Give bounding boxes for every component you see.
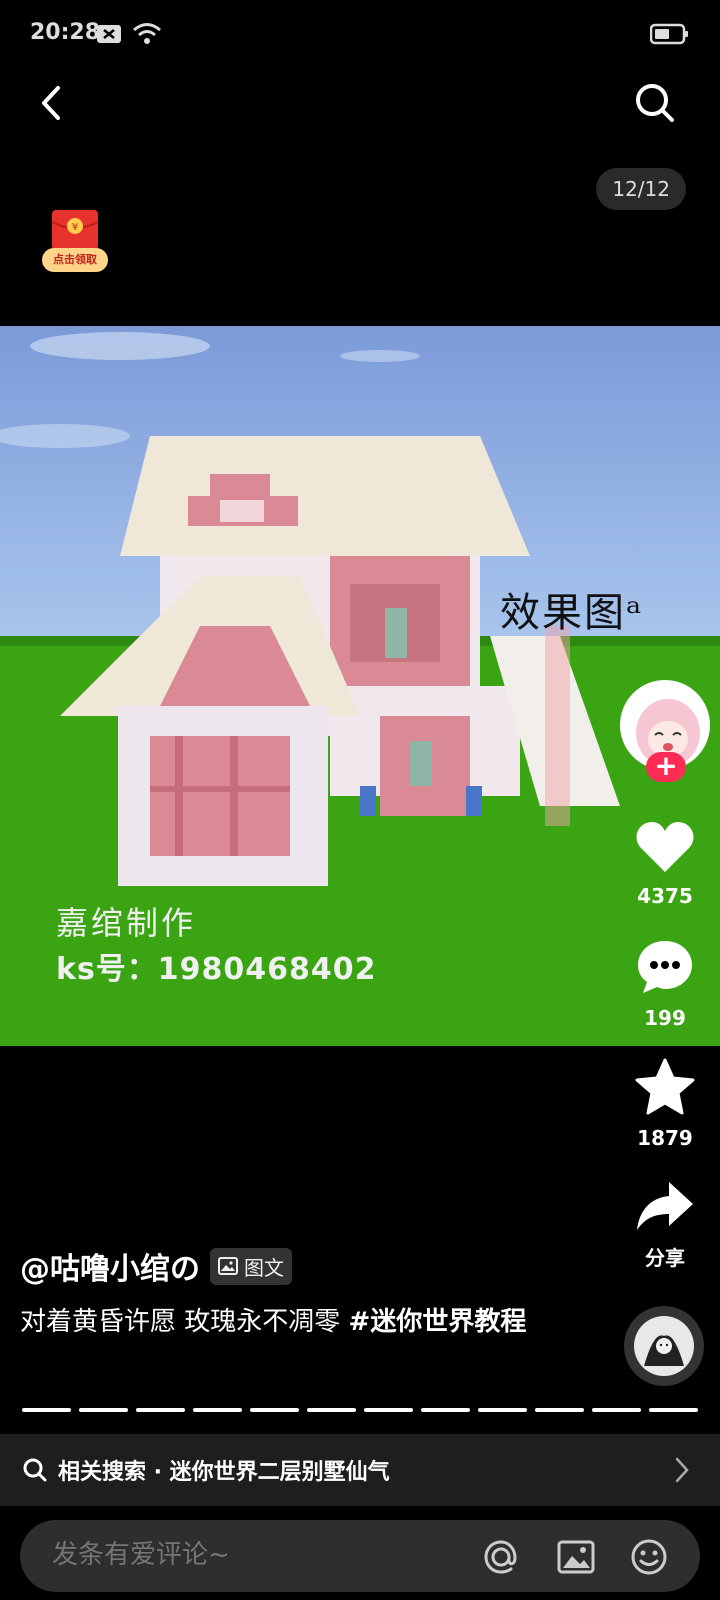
like-count: 4375 <box>637 884 693 908</box>
notification-icon <box>97 25 121 43</box>
favorite-count: 1879 <box>637 1126 693 1150</box>
comment-bar <box>20 1520 700 1592</box>
music-disc-image <box>634 1316 694 1376</box>
progress-segment <box>535 1408 584 1412</box>
related-search-label: 相关搜索 · 迷你世界二层别墅仙气 <box>58 1460 390 1485</box>
comment-icon <box>638 941 692 993</box>
progress-segment <box>307 1408 356 1412</box>
red-packet-button[interactable]: ¥ 点击领取 <box>42 208 108 272</box>
comment-input[interactable] <box>52 1540 432 1570</box>
emoji-icon[interactable] <box>628 1536 670 1578</box>
battery-icon <box>650 23 688 45</box>
chevron-right-icon <box>675 1457 689 1483</box>
related-search[interactable]: 相关搜索 · 迷你世界二层别墅仙气 <box>0 1434 720 1506</box>
heart-icon <box>636 822 694 872</box>
progress-segment <box>22 1408 71 1412</box>
search-icon <box>23 1458 47 1482</box>
favorite-action[interactable]: 1879 <box>610 1058 720 1150</box>
status-time: 20:28 <box>30 20 101 45</box>
progress-segment <box>592 1408 641 1412</box>
type-badge-label: 图文 <box>244 1255 284 1280</box>
image-icon[interactable] <box>555 1536 597 1578</box>
watermark-line2: ks号：1980468402 <box>56 952 377 987</box>
red-packet-label: 点击领取 <box>42 248 108 272</box>
watermark-line1: 嘉绾制作 <box>56 904 197 942</box>
image-type-icon <box>218 1257 238 1275</box>
progress-segment <box>193 1408 242 1412</box>
caption-hashtag[interactable]: #迷你世界教程 <box>349 1307 527 1337</box>
caption: 对着黄昏许愿 玫瑰永不凋零 #迷你世界教程 <box>20 1300 560 1344</box>
search-icon[interactable] <box>630 78 680 128</box>
progress-segment <box>364 1408 413 1412</box>
progress-bar <box>22 1408 698 1412</box>
progress-segment <box>421 1408 470 1412</box>
caption-text: 对着黄昏许愿 玫瑰永不凋零 <box>20 1307 349 1337</box>
wifi-icon <box>133 23 161 44</box>
top-nav <box>0 70 720 150</box>
at-icon[interactable] <box>480 1536 522 1578</box>
author-name[interactable]: @咕噜小绾の <box>20 1244 200 1288</box>
comment-action[interactable]: 199 <box>610 938 720 1030</box>
progress-segment <box>478 1408 527 1412</box>
effect-label: 效果图ᵃ <box>500 590 644 636</box>
share-action[interactable]: 分享 <box>610 1180 720 1271</box>
type-badge: 图文 <box>210 1247 292 1285</box>
status-bar: 20:28 <box>0 0 720 70</box>
progress-segment <box>136 1408 185 1412</box>
share-label: 分享 <box>645 1246 685 1270</box>
follow-button[interactable]: + <box>646 752 686 782</box>
like-action[interactable]: 4375 <box>610 820 720 908</box>
author-row: @咕噜小绾の 图文 <box>20 1244 292 1288</box>
progress-segment <box>79 1408 128 1412</box>
svg-text:¥: ¥ <box>72 222 78 233</box>
progress-segment <box>649 1408 698 1412</box>
music-disc[interactable] <box>624 1306 704 1386</box>
page-counter: 12/12 <box>596 168 686 210</box>
share-icon <box>637 1182 693 1230</box>
progress-segment <box>250 1408 299 1412</box>
comment-count: 199 <box>644 1006 686 1030</box>
back-icon[interactable] <box>28 78 78 128</box>
star-icon <box>635 1058 695 1115</box>
red-packet-icon: ¥ <box>51 210 99 250</box>
